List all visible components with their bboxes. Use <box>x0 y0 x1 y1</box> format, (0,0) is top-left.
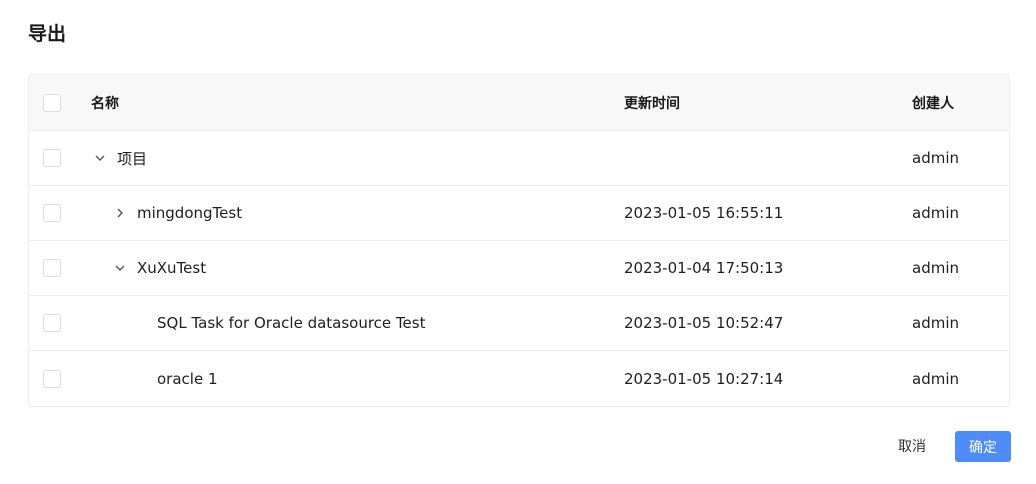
confirm-button[interactable]: 确定 <box>955 431 1011 462</box>
table-row[interactable]: SQL Task for Oracle datasource Test 2023… <box>29 296 1009 351</box>
cancel-button[interactable]: 取消 <box>887 431 937 461</box>
export-tree-table: 名称 更新时间 创建人 项目 admin mingdongTest 2023-0… <box>28 74 1010 407</box>
row-name: mingdongTest <box>137 204 243 222</box>
chevron-down-icon[interactable] <box>91 149 109 167</box>
table-row[interactable]: XuXuTest 2023-01-04 17:50:13 admin <box>29 241 1009 296</box>
row-creator: admin <box>912 204 959 222</box>
row-name: 项目 <box>117 149 148 168</box>
select-all-checkbox[interactable] <box>43 93 61 112</box>
row-name: oracle 1 <box>157 369 218 388</box>
row-checkbox[interactable] <box>43 314 61 332</box>
row-update-time: 2023-01-05 10:52:47 <box>624 314 784 332</box>
row-name: SQL Task for Oracle datasource Test <box>157 314 426 332</box>
row-creator: admin <box>912 314 959 332</box>
row-update-time: 2023-01-05 16:55:11 <box>624 204 784 222</box>
row-creator: admin <box>912 149 959 167</box>
table-row[interactable]: mingdongTest 2023-01-05 16:55:11 admin <box>29 186 1009 241</box>
chevron-right-icon[interactable] <box>111 204 129 222</box>
table-row[interactable]: 项目 admin <box>29 131 1009 186</box>
header-update-time: 更新时间 <box>624 95 680 112</box>
row-update-time: 2023-01-04 17:50:13 <box>624 259 784 277</box>
row-name: XuXuTest <box>137 259 207 277</box>
table-header: 名称 更新时间 创建人 <box>29 75 1009 131</box>
row-checkbox[interactable] <box>43 149 61 167</box>
row-checkbox[interactable] <box>43 259 61 277</box>
dialog-title: 导出 <box>28 23 67 45</box>
row-checkbox[interactable] <box>43 369 61 388</box>
row-creator: admin <box>912 369 959 388</box>
row-update-time: 2023-01-05 10:27:14 <box>624 369 784 388</box>
row-checkbox[interactable] <box>43 204 61 222</box>
header-name: 名称 <box>91 95 119 112</box>
row-creator: admin <box>912 259 959 277</box>
header-creator: 创建人 <box>912 95 954 112</box>
chevron-down-icon[interactable] <box>111 259 129 277</box>
table-row[interactable]: oracle 1 2023-01-05 10:27:14 admin <box>29 351 1009 406</box>
